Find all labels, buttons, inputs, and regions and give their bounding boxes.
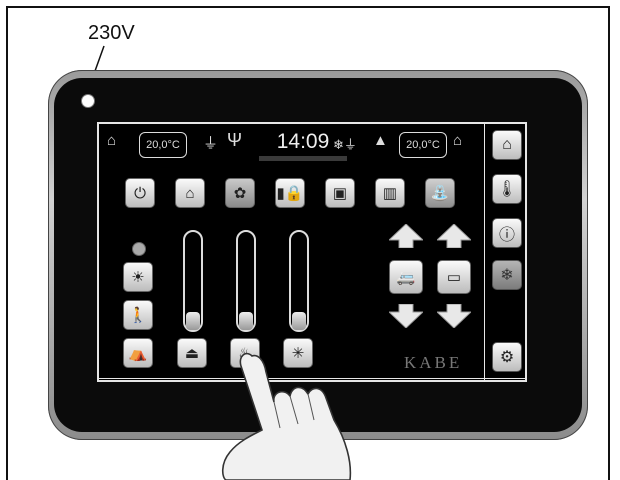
- pointing-hand-illustration: [221, 352, 352, 480]
